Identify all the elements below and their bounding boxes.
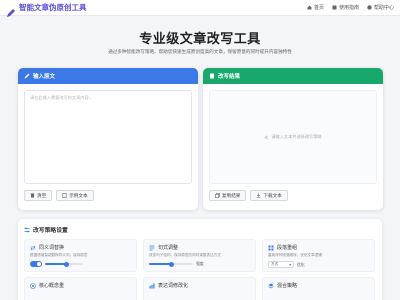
swap-icon <box>30 245 36 251</box>
strategy-settings: 改写策略设置 同义词替换 根据语境智能替换同义词，保持原意 句式调整 改变句子结… <box>18 219 382 300</box>
target-icon <box>30 282 36 289</box>
strategy-card-sentence-desc: 改变句子结构，保持原意的同时调整表达方式 <box>149 253 221 257</box>
slider-thumb[interactable] <box>64 261 69 267</box>
strategy-card-synonym-title: 同义词替换 <box>39 245 65 251</box>
file-icon <box>62 193 67 199</box>
strategy-card-sentence-title: 句式调整 <box>158 245 179 251</box>
nav-help[interactable]: 帮助中心 <box>367 4 394 11</box>
slider-thumb[interactable] <box>169 261 174 267</box>
output-panel-header: 改写结果 <box>203 68 383 84</box>
input-panel-title: 输入原文 <box>33 74 56 80</box>
copy-icon <box>215 193 220 198</box>
brand[interactable]: 智能文章伪原创工具 <box>6 2 87 17</box>
pen-icon <box>6 3 16 17</box>
arrow-left-icon <box>264 135 269 140</box>
strategy-card-synonym[interactable]: 同义词替换 根据语境智能替换同义词，保持原意 <box>24 239 137 272</box>
grid-icon <box>268 245 274 251</box>
strategy-card-expression[interactable]: 表达词修改化 <box>143 277 256 300</box>
clear-button-label: 清空 <box>37 193 47 199</box>
source-text-placeholder: 请在此输入需要改写的文章内容... <box>30 95 93 100</box>
synonym-toggle[interactable] <box>30 261 42 267</box>
example-text-button[interactable]: 示例文本 <box>56 190 94 201</box>
example-text-button-label: 示例文本 <box>69 193 88 199</box>
copy-result-button-label: 复制结果 <box>222 193 241 199</box>
paragraph-mode-selected: 优化 <box>297 261 305 267</box>
help-icon <box>367 5 372 10</box>
list-icon <box>149 245 155 251</box>
brand-title: 智能文章伪原创工具 <box>19 3 87 12</box>
book-icon <box>332 5 337 10</box>
result-empty-text: 请输入文本并选择改写策略 <box>271 134 322 139</box>
source-text-input[interactable]: 请在此输入需要改写的文章内容... <box>24 90 192 184</box>
chevron-down-icon: ▾ <box>289 262 291 267</box>
paragraph-mode-select[interactable]: 方式 ▾ <box>268 261 294 268</box>
strategy-card-concept-title: 核心概念重 <box>39 283 65 289</box>
strategy-card-synonym-desc: 根据语境智能替换同义词，保持原意 <box>30 253 88 257</box>
slider-fill <box>45 263 66 265</box>
strategy-title: 改写策略设置 <box>24 225 68 234</box>
paragraph-mode-label: 方式 <box>271 262 279 266</box>
download-text-button-label: 下载文本 <box>263 193 282 199</box>
nav-guide[interactable]: 使用指南 <box>332 4 359 11</box>
input-panel: 输入原文 请在此输入需要改写的文章内容... 清空 示例文本 <box>18 68 198 210</box>
strategy-title-label: 改写策略设置 <box>33 228 68 234</box>
sentence-strength-label: 强度 <box>196 261 204 266</box>
home-icon <box>307 5 312 10</box>
layers-icon <box>268 283 274 289</box>
clear-button[interactable]: 清空 <box>24 190 53 201</box>
download-text-button[interactable]: 下载文本 <box>250 190 288 201</box>
copy-result-button[interactable]: 复制结果 <box>209 190 247 201</box>
nav-guide-label: 使用指南 <box>338 5 359 11</box>
strategy-card-sentence[interactable]: 句式调整 改变句子结构，保持原意的同时调整表达方式 强度 <box>143 239 256 272</box>
strategy-card-paragraph-title: 段落重组 <box>277 245 298 251</box>
page-title: 专业级文章改写工具 <box>139 32 261 47</box>
top-navbar: 智能文章伪原创工具 首页 使用指南 帮助中心 <box>0 0 400 17</box>
nav-home-label: 首页 <box>313 5 324 11</box>
strategy-card-paragraph[interactable]: 段落重组 重新排列段落顺序，优化文章逻辑 方式 ▾ 优化 <box>262 239 375 272</box>
nav-help-label: 帮助中心 <box>373 5 394 11</box>
chart-icon <box>149 283 155 289</box>
sentence-strength-slider[interactable] <box>149 261 193 267</box>
strategy-card-mixed-title: 混合策略 <box>277 283 298 289</box>
input-panel-header: 输入原文 <box>18 68 198 84</box>
document-icon <box>209 73 215 79</box>
strategy-card-paragraph-desc: 重新排列段落顺序，优化文章逻辑 <box>268 253 322 257</box>
output-panel-title: 改写结果 <box>218 74 241 80</box>
slider-fill <box>149 263 171 265</box>
nav-home[interactable]: 首页 <box>307 4 324 11</box>
sliders-icon <box>24 227 30 233</box>
download-icon <box>256 193 261 198</box>
result-output-area[interactable]: 请输入文本并选择改写策略 <box>209 90 377 184</box>
trash-icon <box>30 193 35 198</box>
page-subtitle: 通过多种智能改写策略，帮助您快速生成原创度高的文章，保留原意的同时提升内容独特性 <box>108 50 292 55</box>
output-panel: 改写结果 请输入文本并选择改写策略 复制结果 下载文本 <box>203 68 383 210</box>
strategy-card-concept[interactable]: 核心概念重 <box>24 277 137 300</box>
strategy-card-mixed[interactable]: 混合策略 <box>262 277 375 300</box>
strategy-card-expression-title: 表达词修改化 <box>158 283 189 289</box>
synonym-strength-slider[interactable] <box>45 261 83 267</box>
edit-icon <box>24 73 30 79</box>
